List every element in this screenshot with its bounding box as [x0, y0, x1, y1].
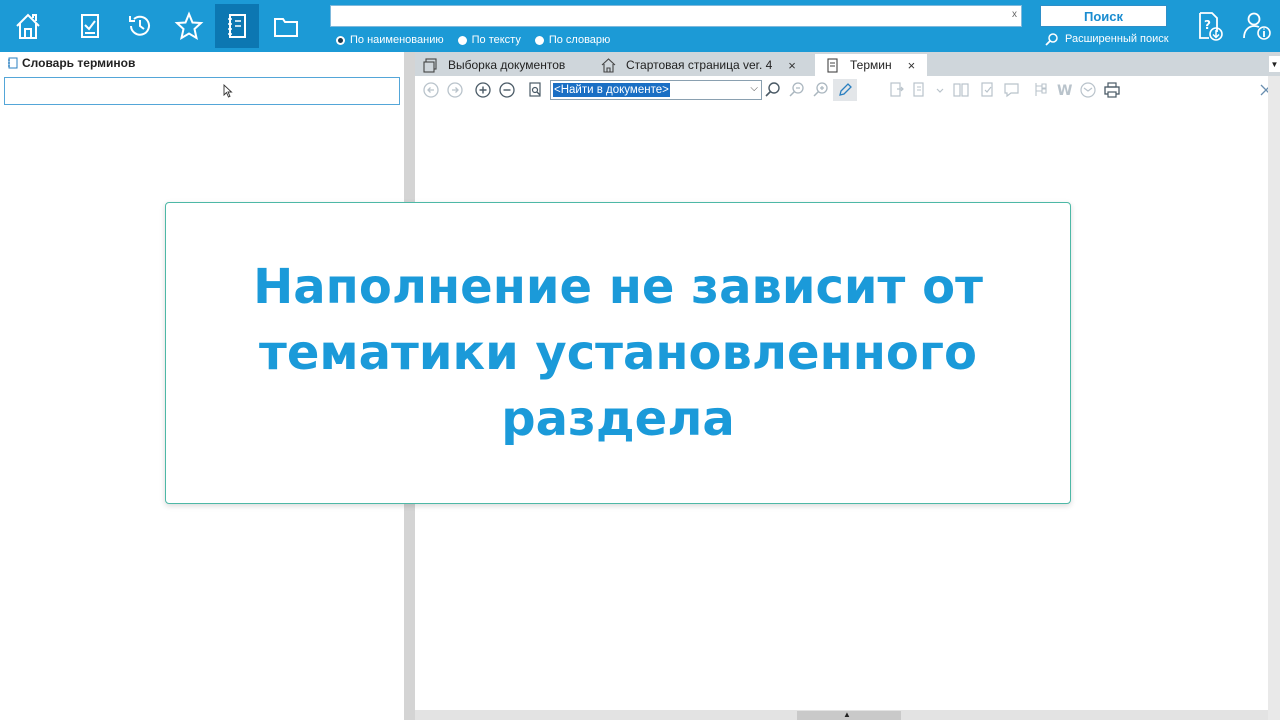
panel-title: Словарь терминов: [22, 56, 136, 70]
advanced-search-link[interactable]: Расширенный поиск: [1045, 32, 1169, 46]
back-icon[interactable]: [422, 81, 440, 99]
checklist-button[interactable]: [68, 4, 112, 48]
home-icon: [601, 57, 616, 73]
advanced-search-icon: [1045, 33, 1058, 46]
svg-text:W: W: [1057, 83, 1072, 99]
tab-start-page[interactable]: Стартовая страница ver. 4 ×: [601, 54, 807, 76]
dictionary-small-icon: [8, 57, 18, 69]
help-document-icon: ?: [1199, 12, 1223, 41]
history-button[interactable]: [118, 4, 162, 48]
radio-dot-selected: [336, 35, 345, 45]
radio-label: По наименованию: [350, 34, 444, 46]
home-button[interactable]: [6, 4, 50, 48]
email-icon[interactable]: [1079, 81, 1097, 99]
tab-term[interactable]: Термин ×: [815, 54, 927, 76]
tab-close-button[interactable]: ×: [788, 58, 796, 73]
search-mode-options: По наименованию По тексту По словарю: [336, 33, 624, 47]
radio-by-text[interactable]: По тексту: [457, 34, 521, 46]
home-icon: [16, 13, 40, 39]
structure-icon[interactable]: [1032, 81, 1050, 99]
chevron-down-icon[interactable]: ⌵: [750, 83, 758, 94]
svg-text:?: ?: [1204, 18, 1211, 32]
print-icon[interactable]: [1103, 81, 1121, 99]
advanced-search-label: Расширенный поиск: [1065, 33, 1169, 45]
search-clear-button[interactable]: x: [1012, 9, 1017, 20]
tab-label: Термин: [850, 58, 892, 72]
pencil-icon: [839, 83, 852, 96]
find-icon[interactable]: [764, 81, 782, 99]
tab-bar: Выборка документов Стартовая страница ve…: [415, 52, 1280, 76]
radio-by-name[interactable]: По наименованию: [336, 34, 444, 46]
document-search-icon[interactable]: [527, 81, 545, 99]
history-icon: [129, 15, 150, 36]
find-in-document-value: <Найти в документе>: [553, 83, 670, 97]
word-export-icon[interactable]: W: [1055, 81, 1073, 99]
folder-icon: [274, 18, 298, 37]
radio-by-dictionary[interactable]: По словарю: [534, 34, 611, 46]
checklist-icon: [81, 14, 99, 38]
document-toolbar: W: [415, 76, 1280, 104]
dictionary-button[interactable]: [215, 4, 259, 48]
help-button[interactable]: ?: [1195, 10, 1225, 42]
tab-label: Выборка документов: [448, 58, 566, 72]
tab-label: Стартовая страница ver. 4: [626, 58, 773, 72]
term-search-input[interactable]: [4, 77, 400, 105]
scroll-up-arrow-icon[interactable]: ▲: [843, 710, 851, 719]
chevron-down-icon[interactable]: [931, 81, 949, 99]
find-next-icon[interactable]: [812, 81, 830, 99]
find-previous-icon[interactable]: [788, 81, 806, 99]
mouse-cursor-icon: [223, 84, 233, 98]
copy-icon[interactable]: [911, 81, 929, 99]
comment-icon[interactable]: [1003, 81, 1021, 99]
radio-label: По тексту: [471, 34, 521, 46]
search-button[interactable]: Поиск: [1040, 5, 1167, 27]
tab-list-dropdown[interactable]: ▼: [1269, 56, 1280, 72]
radio-dot: [534, 35, 544, 45]
top-toolbar: x По наименованию По тексту По словарю П…: [0, 0, 1280, 52]
user-info-icon: [1243, 12, 1271, 40]
tab-document-selection[interactable]: Выборка документов: [423, 54, 593, 76]
radio-dot: [457, 35, 467, 45]
tab-close-button[interactable]: ×: [908, 58, 916, 73]
find-in-document-combo[interactable]: <Найти в документе> ⌵: [550, 80, 762, 100]
user-info-button[interactable]: [1242, 10, 1272, 42]
radio-label: По словарю: [548, 34, 611, 46]
horizontal-scrollbar[interactable]: ▲: [415, 710, 1268, 720]
document-icon: [827, 57, 838, 73]
search-input[interactable]: x: [330, 5, 1022, 27]
zoom-out-icon[interactable]: [498, 81, 516, 99]
overlay-message-card: Наполнение не зависит от тематики устано…: [165, 202, 1071, 504]
highlight-button[interactable]: [833, 79, 857, 101]
compare-icon[interactable]: [952, 81, 970, 99]
vertical-scrollbar[interactable]: [1268, 76, 1280, 720]
export-icon[interactable]: [888, 81, 906, 99]
favorites-button[interactable]: [167, 4, 211, 48]
dictionary-icon: [228, 14, 246, 38]
zoom-in-icon[interactable]: [474, 81, 492, 99]
forward-icon[interactable]: [446, 81, 464, 99]
panel-header: Словарь терминов: [0, 52, 404, 74]
overlay-message: Наполнение не зависит от тематики устано…: [253, 259, 983, 447]
bookmark-icon[interactable]: [979, 81, 997, 99]
folder-button[interactable]: [264, 4, 308, 48]
documents-icon: [423, 57, 437, 73]
star-icon: [174, 11, 204, 41]
